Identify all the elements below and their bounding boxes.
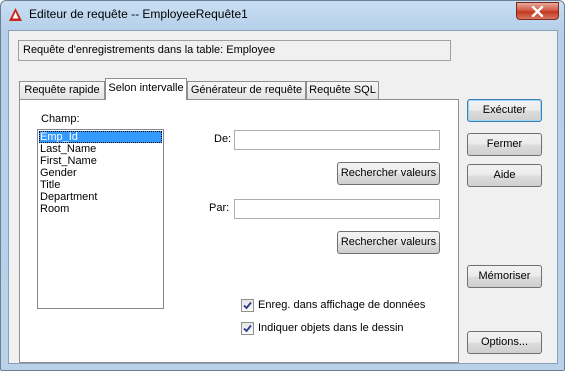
field-list-item[interactable]: Room (39, 203, 162, 215)
execute-button[interactable]: Exécuter (467, 99, 542, 122)
to-label: Par: (209, 202, 230, 214)
field-label: Champ: (41, 113, 80, 125)
query-table-info: Requête d'enregistrements dans la table:… (18, 40, 451, 61)
dialog-client-area: Requête d'enregistrements dans la table:… (8, 30, 558, 364)
help-button[interactable]: Aide (467, 164, 542, 187)
field-list-item[interactable]: Gender (39, 167, 162, 179)
close-icon (531, 6, 544, 17)
range-query-panel: Champ: Emp_Id Last_Name First_Name Gende… (19, 99, 459, 363)
save-in-data-view-checkbox[interactable] (241, 299, 254, 312)
tab-selon-intervalle[interactable]: Selon intervalle (105, 78, 187, 100)
show-objects-in-drawing-label: Indiquer objets dans le dessin (258, 322, 404, 334)
search-values-from-button[interactable]: Rechercher valeurs (337, 162, 440, 185)
tab-requete-rapide[interactable]: Requête rapide (19, 81, 105, 99)
save-in-data-view-label: Enreg. dans affichage de données (258, 299, 426, 311)
field-list-item[interactable]: Title (39, 179, 162, 191)
from-label: De: (214, 133, 232, 145)
query-editor-window: Editeur de requête -- EmployeeRequête1 R… (0, 0, 565, 371)
search-values-to-button[interactable]: Rechercher valeurs (337, 231, 440, 254)
close-button[interactable]: Fermer (467, 133, 542, 156)
field-list-item[interactable]: First_Name (39, 155, 162, 167)
show-objects-in-drawing-checkbox[interactable] (241, 322, 254, 335)
options-button[interactable]: Options... (467, 331, 542, 354)
window-close-button[interactable] (516, 2, 559, 20)
title-bar[interactable]: Editeur de requête -- EmployeeRequête1 (1, 1, 564, 27)
field-list-item[interactable]: Last_Name (39, 143, 162, 155)
field-list-item[interactable]: Department (39, 191, 162, 203)
tab-requete-sql[interactable]: Requête SQL (306, 81, 379, 99)
field-list-item[interactable]: Emp_Id (39, 131, 162, 143)
tab-generateur-requete[interactable]: Générateur de requête (187, 81, 306, 99)
checkmark-icon (243, 324, 252, 333)
autocad-app-icon (9, 8, 22, 21)
save-query-button[interactable]: Mémoriser (467, 265, 542, 288)
checkmark-icon (243, 301, 252, 310)
field-listbox[interactable]: Emp_Id Last_Name First_Name Gender Title… (37, 129, 164, 309)
window-title: Editeur de requête -- EmployeeRequête1 (29, 7, 248, 21)
to-value-input[interactable] (234, 199, 440, 219)
from-value-input[interactable] (234, 130, 440, 150)
